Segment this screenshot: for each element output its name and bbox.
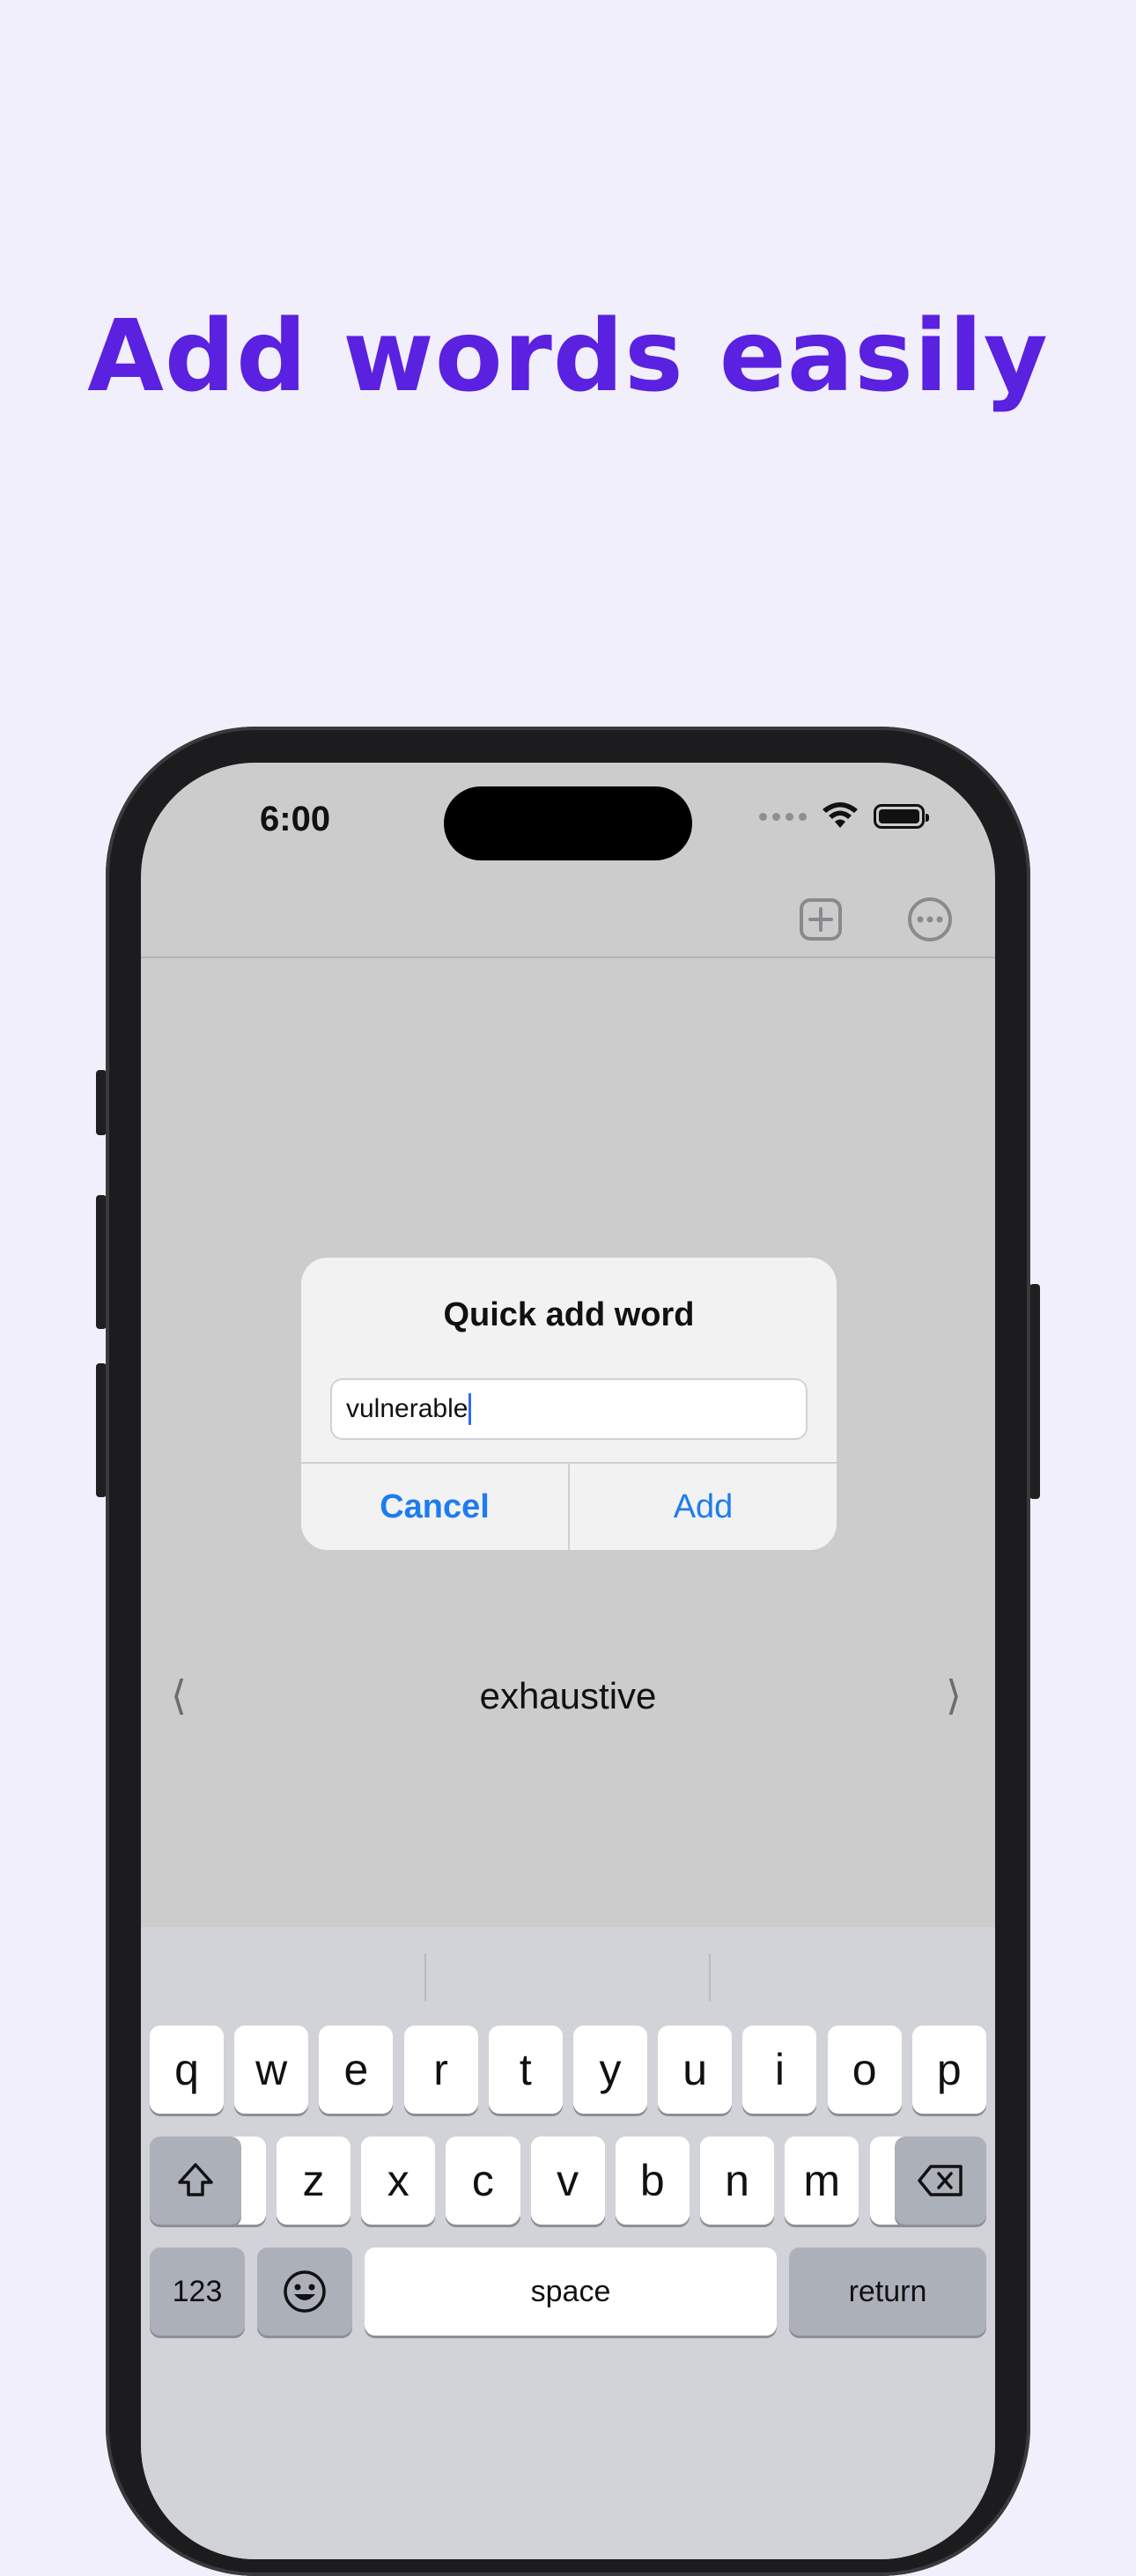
key-v[interactable]: v (530, 2137, 605, 2225)
alert-title: Quick add word (443, 1296, 695, 1333)
key-y[interactable]: y (573, 2026, 647, 2114)
key-z[interactable]: z (277, 2137, 350, 2225)
phone-screen: 6:00 Quick add word vulnerable Cancel Ad… (141, 763, 995, 2559)
dynamic-island (444, 786, 692, 860)
key-t[interactable]: t (488, 2026, 563, 2114)
key-e[interactable]: e (319, 2026, 394, 2114)
key-p[interactable]: p (911, 2026, 986, 2114)
emoji-key[interactable] (257, 2248, 352, 2336)
key-r[interactable]: r (403, 2026, 478, 2114)
cancel-button[interactable]: Cancel (301, 1464, 568, 1550)
key-b[interactable]: b (615, 2137, 690, 2225)
current-word: exhaustive (479, 1675, 657, 1716)
key-i[interactable]: i (742, 2026, 817, 2114)
signal-icon (759, 812, 807, 821)
key-m[interactable]: m (785, 2137, 859, 2225)
nav-divider (141, 956, 995, 958)
next-word-button[interactable]: ⟩ (946, 1672, 962, 1719)
word-input[interactable]: vulnerable (330, 1378, 808, 1440)
return-key[interactable]: return (789, 2248, 986, 2336)
key-w[interactable]: w (234, 2026, 309, 2114)
wifi-icon (822, 802, 858, 828)
status-icons (759, 801, 929, 831)
add-button[interactable]: Add (570, 1464, 837, 1550)
word-input-value: vulnerable (346, 1394, 468, 1423)
battery-icon (874, 804, 929, 829)
emoji-icon (284, 2270, 326, 2313)
key-n[interactable]: n (700, 2137, 774, 2225)
power-button (1029, 1284, 1040, 1499)
numbers-key[interactable]: 123 (150, 2248, 245, 2336)
key-q[interactable]: q (150, 2026, 224, 2114)
key-u[interactable]: u (658, 2026, 733, 2114)
text-caret (468, 1393, 472, 1425)
key-x[interactable]: x (361, 2137, 436, 2225)
promo-headline: Add words easily (87, 299, 1049, 414)
plus-square-icon[interactable] (794, 893, 847, 946)
ellipsis-circle-icon[interactable] (904, 893, 956, 946)
prediction-divider (709, 1953, 711, 2001)
shift-icon (178, 2163, 213, 2196)
quick-add-alert: Quick add word vulnerable Cancel Add (301, 1258, 837, 1550)
prediction-divider (424, 1953, 426, 2001)
backspace-icon (918, 2165, 963, 2196)
key-c[interactable]: c (446, 2137, 520, 2225)
shift-key[interactable] (150, 2137, 241, 2225)
space-key[interactable]: space (365, 2248, 777, 2336)
delete-key[interactable] (895, 2137, 986, 2225)
status-time: 6:00 (260, 800, 331, 838)
keyboard: qwertyuiop asdfghjkl zxcvbnm 123 space (141, 1927, 995, 2559)
key-o[interactable]: o (827, 2026, 902, 2114)
